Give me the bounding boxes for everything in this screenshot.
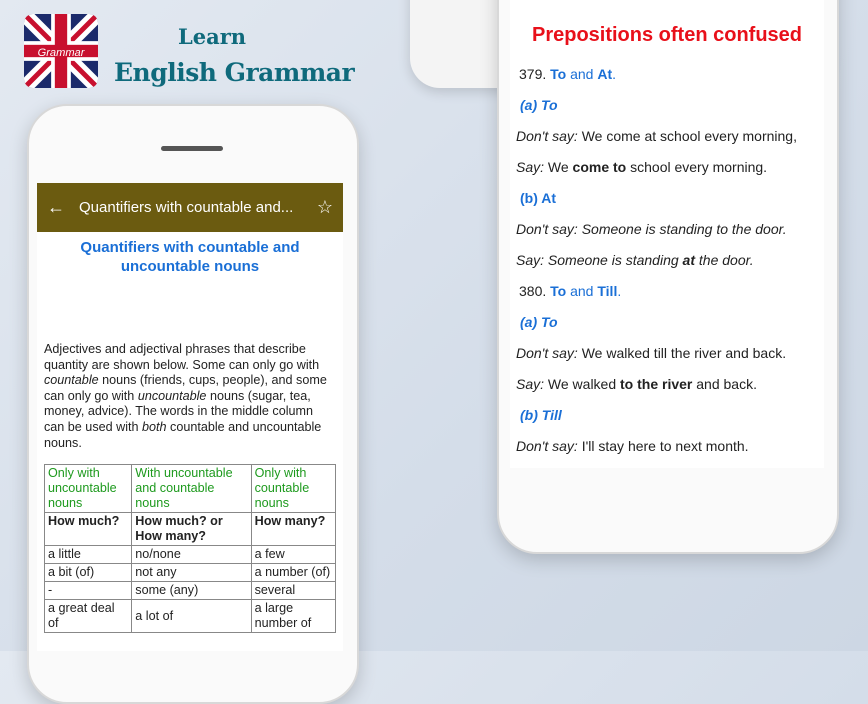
content-line: 380. To and Till.	[519, 283, 621, 299]
brand-line2: English Grammar	[114, 58, 355, 87]
content-line: (a) To	[520, 97, 558, 113]
line-segment: Till	[597, 283, 618, 299]
table-cell: some (any)	[131, 581, 252, 601]
line-segment: At	[597, 66, 613, 82]
content-line: Say: We walked to the river and back.	[516, 376, 757, 392]
line-segment: and	[566, 283, 598, 299]
line-segment: .	[617, 283, 622, 299]
table-cell: no/none	[131, 545, 252, 565]
content-line: (b) Till	[520, 407, 562, 423]
line-segment: I'll stay here to next month.	[577, 438, 749, 454]
line-segment: .	[612, 66, 617, 82]
paragraph-segment: Adjectives and adjectival phrases that d…	[44, 342, 320, 372]
logo-text: Grammar	[38, 47, 86, 59]
line-segment: We	[544, 159, 573, 175]
app-bar-title: Quantifiers with countable and...	[79, 199, 294, 216]
content-line: Say: Someone is standing at the door.	[516, 252, 754, 268]
screen-right: Prepositions often confused 379. To and …	[510, 0, 824, 468]
line-segment: and back.	[692, 376, 757, 392]
line-segment: Say: Someone is standing	[516, 252, 683, 268]
table-cell: Only with uncountable nouns	[43, 464, 133, 514]
table-cell: not any	[131, 563, 252, 583]
line-segment: come to	[572, 159, 627, 175]
table-cell: a few	[250, 545, 337, 565]
table-row: a great deal of a lot of a large number of	[43, 599, 337, 634]
table-row: a bit (of) not any a number (of)	[43, 563, 337, 583]
line-segment: Say:	[516, 376, 545, 392]
line-segment: Don't say: Someone is standing to the do…	[516, 221, 787, 237]
line-segment: Don't say:	[516, 345, 578, 361]
phone-speaker	[161, 146, 223, 151]
content-line: (b) At	[520, 190, 556, 206]
table-cell: -	[43, 581, 133, 601]
table-cell: How much? or How many?	[131, 512, 252, 547]
content-line: (a) To	[520, 314, 558, 330]
line-segment: (b) Till	[520, 407, 562, 423]
line-segment: (a) To	[520, 314, 558, 330]
line-segment: We come at school every morning,	[577, 128, 797, 144]
table-cell: a number (of)	[250, 563, 337, 583]
table-cell: How much?	[43, 512, 133, 547]
table-cell: Only with countable nouns	[250, 464, 337, 514]
screen-left: ← Quantifiers with countable and... ☆ Qu…	[37, 183, 343, 651]
lesson-paragraph: Adjectives and adjectival phrases that d…	[44, 342, 336, 451]
table-cell: a lot of	[131, 599, 252, 634]
table-cell: a little	[43, 545, 133, 565]
line-segment: (a) To	[520, 97, 558, 113]
table-row: - some (any) several	[43, 581, 337, 601]
star-outline-icon[interactable]: ☆	[317, 197, 333, 218]
table-cell: several	[250, 581, 337, 601]
content-line: 379. To and At.	[519, 66, 616, 82]
content-line: Don't say: I'll stay here to next month.	[516, 438, 749, 454]
line-segment: to the river	[620, 376, 693, 392]
line-segment: at	[682, 252, 695, 268]
lesson-title: Prepositions often confused	[531, 24, 803, 46]
table-cell: How many?	[250, 512, 337, 547]
content-line: Don't say: We come at school every morni…	[516, 128, 797, 144]
line-segment: (b) At	[520, 190, 557, 206]
lesson-title: Quantifiers with countable and uncountab…	[80, 239, 300, 275]
table-row: Only with uncountable nouns With uncounta…	[43, 464, 337, 514]
table-row: How much? How much? or How many? How many?	[43, 512, 337, 547]
brand-line1: Learn	[178, 24, 247, 49]
line-segment: To	[550, 66, 567, 82]
content-line: Don't say: Someone is standing to the do…	[516, 221, 787, 237]
app-bar: ← Quantifiers with countable and... ☆	[37, 183, 343, 232]
table-cell: a large number of	[250, 599, 337, 634]
table-cell: With uncountable and countable nouns	[131, 464, 252, 514]
line-segment: We walked	[544, 376, 621, 392]
quantifier-table: Only with uncountable nouns With uncounta…	[43, 464, 337, 634]
line-segment: We walked till the river and back.	[577, 345, 787, 361]
line-segment: Don't say:	[516, 128, 578, 144]
paragraph-segment: both	[142, 419, 167, 434]
content-line: Don't say: We walked till the river and …	[516, 345, 786, 361]
arrow-left-icon[interactable]: ←	[47, 197, 65, 218]
paragraph-segment: uncountable	[137, 388, 207, 403]
content-line: Say: We come to school every morning.	[516, 159, 767, 175]
app-logo: Grammar	[24, 14, 98, 88]
line-segment: Say:	[516, 159, 545, 175]
line-segment: school every morning.	[626, 159, 768, 175]
line-segment: 380.	[519, 283, 551, 299]
line-segment: and	[566, 66, 598, 82]
line-segment: 379.	[519, 66, 551, 82]
line-segment: the door.	[695, 252, 754, 268]
table-cell: a great deal of	[43, 599, 133, 634]
table-cell: a bit (of)	[43, 563, 133, 583]
table-row: a little no/none a few	[43, 545, 337, 565]
line-segment: Don't say:	[516, 438, 578, 454]
line-segment: To	[550, 283, 567, 299]
paragraph-segment: countable	[44, 373, 99, 388]
